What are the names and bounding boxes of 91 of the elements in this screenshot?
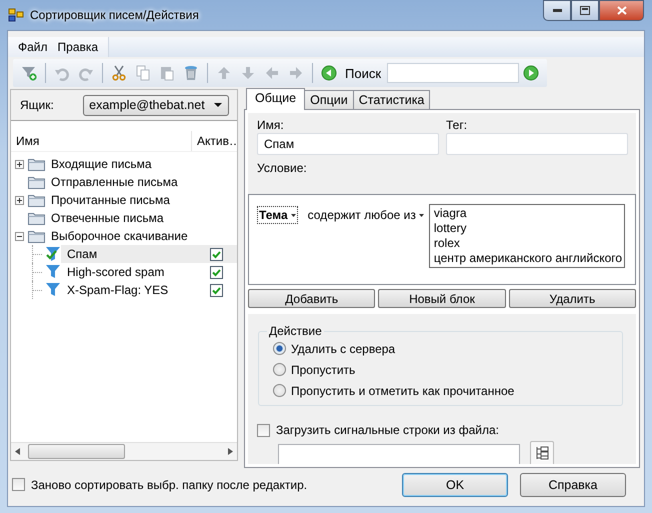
close-icon [616,6,626,15]
tree-item[interactable]: Входящие письма [45,155,237,173]
tree-item[interactable]: High-scored spam [61,263,237,281]
name-label: Имя: [257,118,285,133]
action-group-title: Действие [268,324,323,338]
dropdown-arrow-icon [214,103,222,107]
operator-selector[interactable]: содержит любое из [308,208,424,222]
search-field[interactable] [387,63,520,83]
folder-icon [28,229,45,243]
tree-item[interactable]: Прочитанные письма [45,191,237,209]
mailbox-label: Ящик: [20,98,55,112]
condition-button[interactable]: Добавить [248,289,376,308]
radio-label: Пропустить [291,362,356,376]
keyword: центр американского английского [434,251,622,266]
folder-icon [28,175,45,189]
radio-button[interactable] [273,363,286,376]
mailbox-dropdown[interactable]: example@thebat.net [83,94,229,116]
condition-label: Условие: [257,161,308,175]
collapse-toggle[interactable] [15,232,24,240]
search-label: Поиск [345,66,382,80]
active-checkbox[interactable] [210,266,223,278]
radio-button[interactable] [273,342,286,355]
tree-item-label: Спам [66,247,98,261]
folder-icon [28,193,45,207]
trash-icon[interactable] [183,65,199,81]
tree-item-label: Входящие письма [50,157,153,171]
tab[interactable]: Опции [304,90,354,109]
radio-button[interactable] [273,384,286,397]
checkbox-label: Загрузить сигнальные строки из файла: [276,423,499,437]
tab[interactable]: Статистика [352,90,430,109]
expand-toggle[interactable] [15,196,24,204]
tree-item[interactable]: Отправленные письма [45,173,237,191]
filter-icon [45,264,61,280]
field-selector[interactable]: Тема [257,206,298,224]
keyword: lottery [434,221,468,236]
keyword-list[interactable]: viagra lottery rolex центр американского английского [428,204,626,268]
minimize-icon [552,9,562,12]
tree-list-icon [535,446,549,460]
tree-item-label: Прочитанные письма [50,193,171,207]
close-button[interactable] [599,0,644,21]
condition-button[interactable]: Удалить [508,289,636,308]
filter-icon [45,282,61,298]
column-header[interactable]: Имя [11,131,192,151]
tab[interactable]: Общие [246,88,306,110]
window-title: Сортировщик писем/Действия [30,8,199,22]
forward-icon[interactable] [523,65,540,81]
caret-icon [418,214,424,218]
keyword: rolex [434,236,461,251]
checkbox[interactable] [12,478,25,491]
active-checkbox[interactable] [210,248,223,260]
tree-item[interactable]: Выборочное скачивание [45,227,237,245]
tree-item[interactable]: Отвеченные письма [45,209,237,227]
dialog-button[interactable]: Справка [520,472,626,496]
active-checkbox[interactable] [210,284,223,296]
minimize-button[interactable] [543,0,571,21]
tree-item-label: Отправленные письма [50,175,179,189]
checkbox-label: Заново сортировать выбр. папку после редактир. [31,478,308,492]
folder-icon [28,157,45,171]
scroll-right-icon[interactable] [228,448,233,455]
tree-item[interactable]: X-Spam-Flag: YES [61,281,237,299]
folder-icon [28,211,45,225]
tree-item-label: Отвеченные письма [50,211,165,225]
keyword: viagra [434,206,468,221]
column-header[interactable]: Актив… [192,134,237,148]
maximize-button[interactable] [571,0,599,21]
dialog-button[interactable]: OK [402,472,508,496]
browse-button[interactable] [530,441,554,464]
filter-add-icon[interactable] [21,65,37,81]
filter-check-icon [45,246,61,262]
radio-label: Удалить с сервера [291,342,396,356]
radio-label: Пропустить и отметить как прочитанное [291,384,514,398]
cut-icon[interactable] [111,65,127,81]
tree-item[interactable]: Спам [61,245,237,263]
tag-field[interactable] [446,133,628,155]
name-field[interactable]: Спам [257,133,439,155]
scroll-left-icon[interactable] [15,448,20,455]
checkbox[interactable] [257,424,270,436]
maximize-icon [580,6,590,15]
back-icon[interactable] [321,65,337,81]
expand-toggle[interactable] [15,160,24,168]
file-path-field[interactable] [278,444,520,464]
app-icon [8,7,24,23]
tree-item-label: Выборочное скачивание [50,229,189,243]
tree-item-label: High-scored spam [66,265,166,279]
menu-item[interactable]: Файл [14,38,52,56]
condition-button[interactable]: Новый блок [378,289,506,308]
horizontal-scrollbar[interactable] [11,442,237,460]
tree-item-label: X-Spam-Flag: YES [66,283,170,297]
tag-label: Тег: [446,118,468,133]
menu-item[interactable]: Правка [54,38,102,56]
caret-icon [290,214,296,218]
